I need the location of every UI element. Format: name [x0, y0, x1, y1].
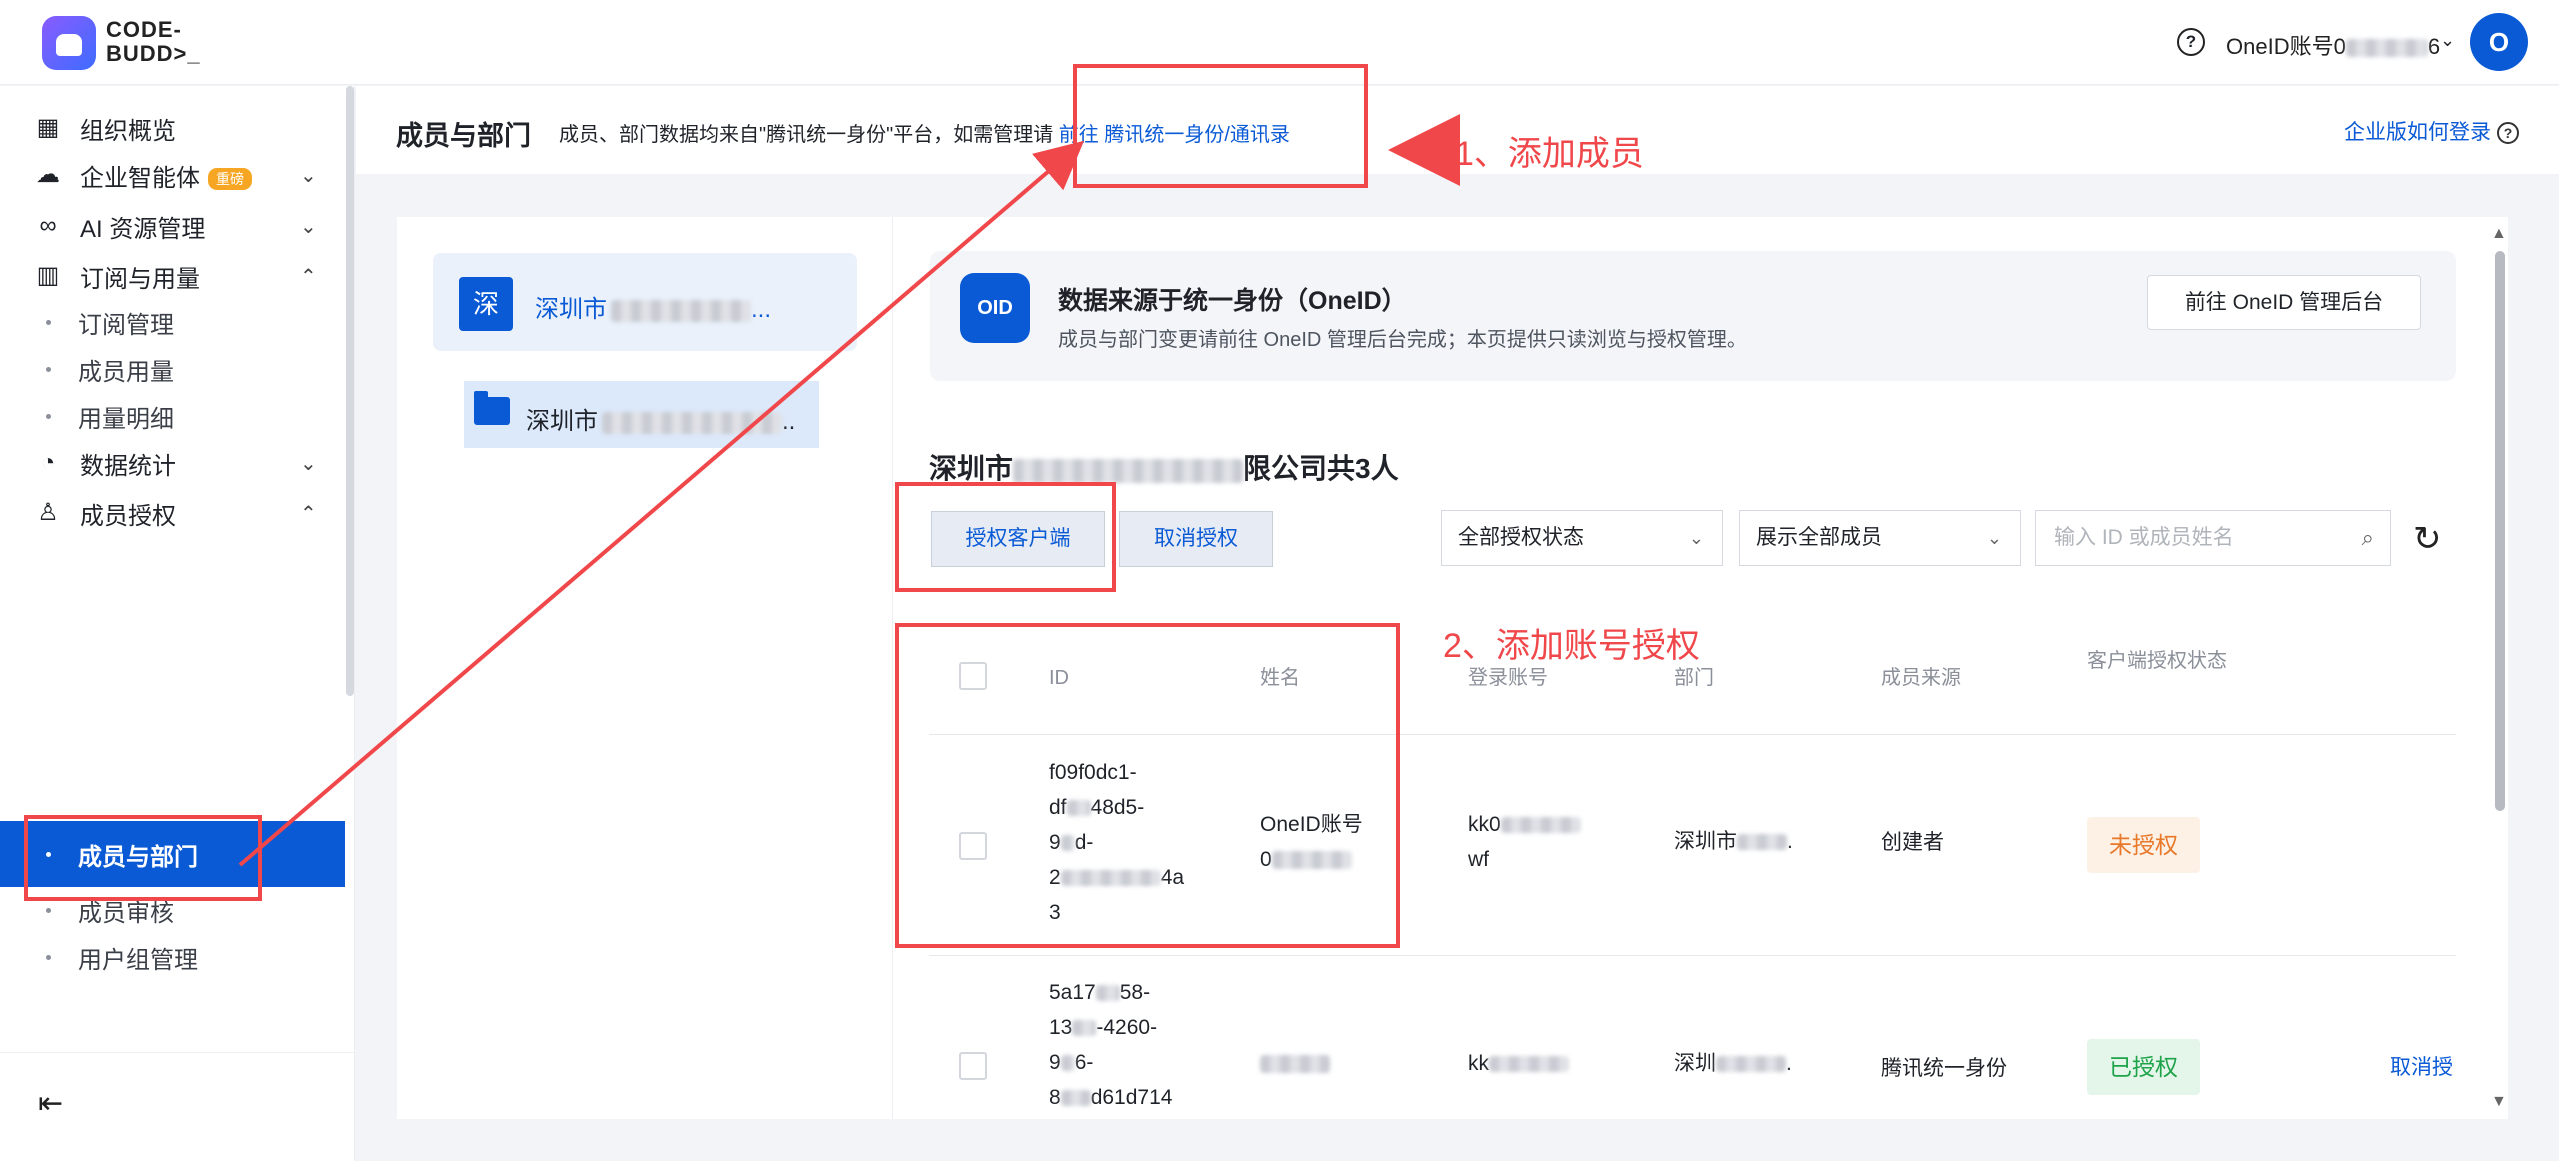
org-root-node[interactable]: 深 深圳市... — [433, 253, 857, 351]
member-source: 腾讯统一身份 — [1881, 1057, 2007, 1080]
status-badge: 已授权 — [2087, 1039, 2200, 1095]
chevron-down-icon[interactable]: ⌄ — [2440, 30, 2455, 51]
content-card: 深 深圳市... 深圳市.. OID 数据来源于统一身份（OneID） 成员与部… — [397, 217, 2508, 1119]
notice-description: 成员与部门变更请前往 OneID 管理后台完成；本页提供只读浏览与授权管理。 — [1058, 329, 1747, 351]
column-header-auth-status: 客户端授权状态 — [2087, 650, 2227, 672]
hot-badge: 重磅 — [208, 168, 252, 191]
sidebar: ▦ 组织概览 ☁ 企业智能体 重磅 ⌄ ∞ AI 资源管理 ⌄ ▥ 订阅与用量 ⌃… — [0, 86, 355, 1161]
annotation-box-member-row — [895, 623, 1400, 948]
sidebar-item-member-auth[interactable]: ♙ 成员授权 ⌃ — [0, 480, 345, 546]
bar-chart-icon: ▥ — [36, 262, 60, 289]
collapse-menu-icon[interactable]: ⇤ — [38, 1086, 63, 1121]
org-tree-panel: 深 深圳市... 深圳市.. — [397, 217, 893, 1119]
pie-chart-icon: ◔ — [40, 449, 56, 476]
annotation-step1: 1、添加成员 — [1455, 135, 1644, 173]
search-input[interactable]: 输入 ID 或成员姓名 ⌕ — [2035, 510, 2391, 566]
org-initial: 深 — [459, 277, 513, 331]
chevron-down-icon: ⌄ — [300, 215, 317, 238]
scroll-up-icon[interactable]: ▲ — [2491, 225, 2507, 243]
enterprise-login-help-link[interactable]: 企业版如何登录? — [2344, 116, 2519, 146]
search-icon: ⌕ — [2361, 525, 2374, 550]
cancel-authorization-link[interactable]: 取消授 — [2390, 1051, 2453, 1081]
user-icon: ♙ — [37, 499, 59, 526]
grid-icon: ▦ — [36, 114, 60, 141]
annotation-box-add-member — [1073, 64, 1368, 188]
help-icon[interactable]: ? — [2177, 28, 2205, 56]
chevron-down-icon: ⌄ — [1688, 528, 1704, 548]
sidebar-scrollbar[interactable] — [346, 86, 354, 696]
oneid-admin-button[interactable]: 前往 OneID 管理后台 — [2147, 275, 2421, 330]
chevron-down-icon: ⌄ — [300, 452, 317, 475]
chevron-down-icon: ⌄ — [1986, 528, 2002, 548]
org-child-node[interactable]: 深圳市.. — [464, 381, 819, 448]
refresh-icon[interactable]: ↻ — [2413, 519, 2442, 559]
logo-text: CODE- BUDD>_ — [106, 17, 201, 66]
cancel-authorization-button[interactable]: 取消授权 — [1119, 511, 1273, 567]
divider — [929, 955, 2456, 956]
page-title: 成员与部门 — [396, 121, 531, 151]
chevron-up-icon: ⌃ — [300, 265, 317, 288]
oneid-notice: OID 数据来源于统一身份（OneID） 成员与部门变更请前往 OneID 管理… — [930, 251, 2456, 381]
department: 深圳. — [1674, 1052, 1792, 1075]
cloud-icon: ☁ — [36, 161, 60, 188]
login-account: kk — [1468, 1046, 1569, 1081]
divider — [0, 1052, 354, 1053]
avatar[interactable]: O — [2470, 13, 2528, 71]
chevron-down-icon: ⌄ — [300, 164, 317, 187]
login-account: kk0 wf — [1468, 807, 1581, 877]
folder-icon — [474, 391, 510, 425]
member-source: 创建者 — [1881, 831, 1944, 854]
scrollbar-thumb[interactable] — [2495, 251, 2505, 811]
company-heading: 深圳市 限公司共3人 — [929, 453, 1399, 484]
member-filter-select[interactable]: 展示全部成员 ⌄ — [1739, 510, 2021, 566]
annotation-step2: 2、添加账号授权 — [1443, 627, 1700, 665]
infinity-icon: ∞ — [39, 212, 57, 239]
member-id: 5a17 58- 13 -4260- 9 6- 8 d61d714 — [1049, 981, 1173, 1109]
notice-title: 数据来源于统一身份（OneID） — [1058, 287, 1407, 315]
column-header-source: 成员来源 — [1881, 667, 1961, 689]
chevron-up-icon: ⌃ — [300, 502, 317, 525]
annotation-box-authorize-button — [895, 482, 1116, 592]
scroll-down-icon[interactable]: ▼ — [2491, 1093, 2507, 1111]
account-menu[interactable]: OneID账号0 6 — [2226, 29, 2440, 61]
status-badge: 未授权 — [2087, 817, 2200, 873]
member-name — [1260, 1046, 1330, 1081]
row-checkbox[interactable] — [959, 1052, 987, 1080]
codebuddy-logo[interactable] — [42, 16, 96, 70]
help-icon: ? — [2497, 122, 2519, 145]
sidebar-item-user-groups[interactable]: 用户组管理 — [0, 924, 345, 990]
auth-status-select[interactable]: 全部授权状态 ⌄ — [1441, 510, 1723, 566]
department: 深圳市. — [1674, 830, 1793, 853]
annotation-box-sidebar-item — [24, 815, 262, 901]
oid-badge: OID — [960, 273, 1030, 343]
